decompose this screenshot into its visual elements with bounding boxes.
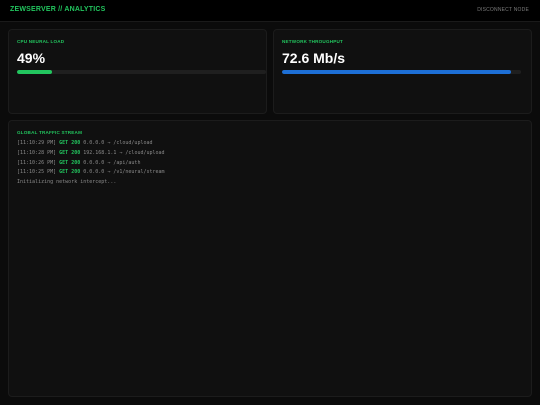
log-method: GET <box>59 159 69 166</box>
cpu-load-progress-track <box>17 70 266 74</box>
log-time: [11:10:26 PM] <box>17 159 57 166</box>
log-ip: 192.168.1.1 <box>83 149 117 156</box>
log-entry: [11:10:26 PM] GET 200 0.0.0.0 → /api/aut… <box>17 159 165 169</box>
log-ip: 0.0.0.0 <box>83 140 105 146</box>
log-status: 200 <box>71 159 81 166</box>
log-time: [11:10:29 PM] <box>17 140 57 146</box>
top-header: ZEWSERVER // ANALYTICS DISCONNECT NODE <box>0 0 540 22</box>
log-init-message: Initializing network intercept... <box>17 179 117 186</box>
disconnect-node-button[interactable]: DISCONNECT NODE <box>477 7 529 13</box>
log-path: → /cloud/upload <box>107 140 153 146</box>
network-throughput-card: NETWORK THROUGHPUT 72.6 Mb/s <box>273 29 532 114</box>
cpu-load-title: CPU NEURAL LOAD <box>17 39 65 44</box>
log-path: → /v1/neural/stream <box>107 169 165 176</box>
log-method: GET <box>59 149 69 156</box>
log-entry: [11:10:25 PM] GET 200 0.0.0.0 → /v1/neur… <box>17 168 165 178</box>
cpu-load-progress-fill <box>17 70 52 74</box>
traffic-stream-title: GLOBAL TRAFFIC STREAM <box>17 130 83 135</box>
network-throughput-progress-track <box>282 70 521 74</box>
cpu-load-value: 49% <box>17 50 46 66</box>
log-method: GET <box>59 140 69 146</box>
log-entry: [11:10:29 PM] GET 200 0.0.0.0 → /cloud/u… <box>17 139 165 149</box>
log-status: 200 <box>71 169 81 176</box>
log-path: → /api/auth <box>107 159 141 166</box>
traffic-log-list: [11:10:29 PM] GET 200 0.0.0.0 → /cloud/u… <box>17 139 165 188</box>
app-title: ZEWSERVER // ANALYTICS <box>10 6 106 13</box>
network-throughput-progress-fill <box>282 70 512 74</box>
network-throughput-title: NETWORK THROUGHPUT <box>282 39 344 44</box>
log-path: → /cloud/upload <box>119 149 165 156</box>
traffic-stream-panel: GLOBAL TRAFFIC STREAM [11:10:29 PM] GET … <box>8 120 532 397</box>
log-status: 200 <box>71 140 81 146</box>
network-throughput-value: 72.6 Mb/s <box>282 50 346 66</box>
log-entry: [11:10:28 PM] GET 200 192.168.1.1 → /clo… <box>17 149 165 159</box>
log-ip: 0.0.0.0 <box>83 159 105 166</box>
cpu-load-card: CPU NEURAL LOAD 49% <box>8 29 267 114</box>
log-method: GET <box>59 169 69 176</box>
log-status: 200 <box>71 149 81 156</box>
log-time: [11:10:28 PM] <box>17 149 57 156</box>
log-ip: 0.0.0.0 <box>83 169 105 176</box>
log-time: [11:10:25 PM] <box>17 169 57 176</box>
